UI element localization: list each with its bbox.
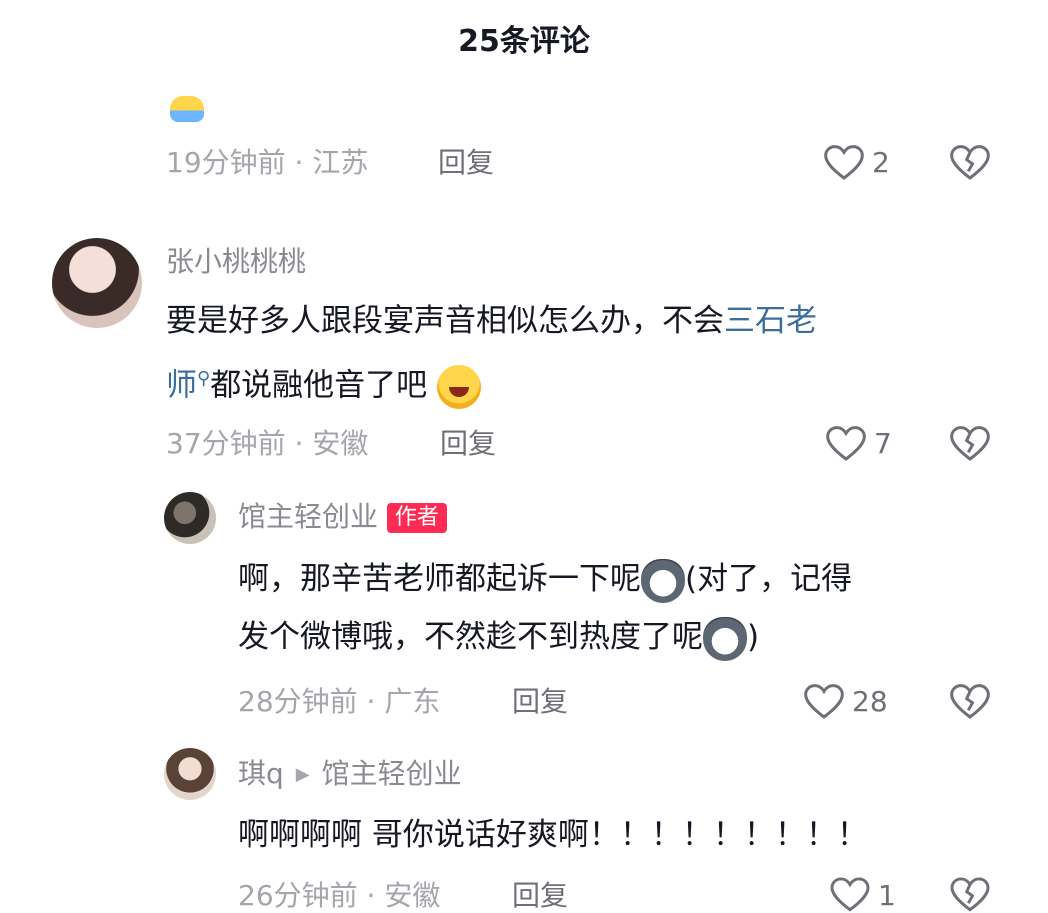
- comment-3-username[interactable]: 琪q ▶ 馆主轻创业: [238, 754, 462, 795]
- comment-0-meta: 19分钟前 · 江苏: [166, 146, 369, 179]
- reply-arrow-icon: ▶: [295, 764, 310, 785]
- comment-1-text-part: 要是好多人跟段宴声音相似怎么办，不会: [166, 303, 724, 339]
- search-link-continued[interactable]: 师: [166, 367, 197, 403]
- comment-1-text: 要是好多人跟段宴声音相似怎么办，不会三石老 师⚲都说融他音了吧: [166, 292, 986, 414]
- comment-1-like-count: 7: [874, 427, 892, 460]
- crying-face-emoji: [170, 96, 204, 122]
- comment-2-reply-button[interactable]: 回复: [512, 682, 568, 722]
- comments-count-title: 25条评论: [458, 24, 590, 59]
- avatar[interactable]: [164, 492, 216, 544]
- comment-3-meta: 26分钟前 · 安徽: [238, 879, 441, 912]
- comment-3-like-count: 1: [878, 879, 896, 912]
- comment-2-text-part: 啊，那辛苦老师都起诉一下呢: [238, 561, 641, 597]
- comment-1-text-part: 都说融他音了吧: [210, 367, 428, 404]
- comment-1-reply-button[interactable]: 回复: [440, 424, 496, 464]
- comment-2-like-count: 28: [852, 685, 888, 718]
- comment-1-meta: 37分钟前 · 安徽: [166, 427, 369, 460]
- laughing-crying-face-emoji: [437, 364, 482, 409]
- comment-0-like-count: 2: [872, 146, 890, 179]
- heart-outline-icon[interactable]: [830, 877, 870, 913]
- avatar[interactable]: [52, 238, 142, 328]
- dislike-broken-heart-icon[interactable]: [950, 425, 990, 463]
- dislike-broken-heart-icon[interactable]: [950, 144, 990, 182]
- search-link[interactable]: 三石老: [724, 303, 817, 339]
- comment-2-text: 啊，那辛苦老师都起诉一下呢 (对了，记得 发个微博哦，不然趁不到热度了呢): [238, 550, 998, 666]
- comment-3-text: 啊啊啊啊 哥你说话好爽啊！！！！！！！！！: [238, 806, 998, 864]
- comment-1-username[interactable]: 张小桃桃桃: [166, 242, 306, 282]
- dislike-broken-heart-icon[interactable]: [950, 683, 990, 721]
- comment-2-username[interactable]: 馆主轻创业 作者: [238, 497, 447, 537]
- heart-outline-icon[interactable]: [826, 425, 866, 463]
- husky-emoji: [641, 558, 685, 603]
- heart-outline-icon[interactable]: [804, 683, 844, 721]
- avatar[interactable]: [164, 748, 216, 800]
- comment-0-reply-button[interactable]: 回复: [438, 143, 494, 183]
- search-link-icon[interactable]: ⚲: [197, 368, 210, 389]
- heart-outline-icon[interactable]: [824, 144, 864, 182]
- comment-3-reply-to[interactable]: 馆主轻创业: [322, 757, 462, 790]
- comment-3-text-line: 啊啊啊啊 哥你说话好爽啊！！！！！！！！！: [238, 817, 868, 853]
- comment-2-text-part: 发个微博哦，不然趁不到热度了呢: [238, 619, 703, 655]
- comment-3-username-text[interactable]: 琪q: [238, 757, 284, 790]
- comment-2-meta: 28分钟前 · 广东: [238, 685, 441, 718]
- husky-emoji: [703, 616, 747, 661]
- author-badge: 作者: [386, 503, 447, 533]
- comment-2-username-text[interactable]: 馆主轻创业: [238, 500, 378, 533]
- comment-3-reply-button[interactable]: 回复: [512, 876, 568, 913]
- dislike-broken-heart-icon[interactable]: [950, 877, 990, 913]
- comment-2-text-part: ): [747, 619, 760, 655]
- comments-panel: 25条评论 19分钟前 · 江苏 回复 2 张小桃桃桃 要是好多人跟段宴声音相似…: [0, 0, 1048, 913]
- comment-2-text-part: (对了，记得: [685, 561, 853, 597]
